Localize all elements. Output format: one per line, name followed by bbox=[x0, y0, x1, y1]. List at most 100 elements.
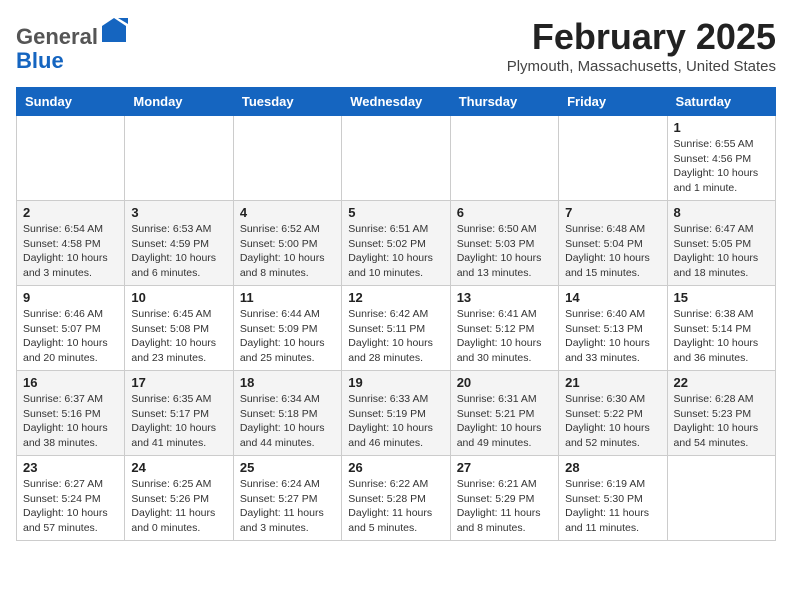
calendar-cell: 6 Sunrise: 6:50 AM Sunset: 5:03 PM Daylig… bbox=[450, 201, 558, 286]
calendar-cell: 16Sunrise: 6:37 AM Sunset: 5:16 PM Dayli… bbox=[17, 371, 125, 456]
calendar-cell: 4 Sunrise: 6:52 AM Sunset: 5:00 PM Daylig… bbox=[233, 201, 341, 286]
page-header: General Blue February 2025 Plymouth, Mas… bbox=[16, 16, 776, 75]
day-info: Sunrise: 6:52 AM Sunset: 5:00 PM Dayligh… bbox=[240, 222, 335, 281]
day-info: Sunrise: 6:41 AM Sunset: 5:12 PM Dayligh… bbox=[457, 307, 552, 366]
day-info: Sunrise: 6:46 AM Sunset: 5:07 PM Dayligh… bbox=[23, 307, 118, 366]
day-number: 9 bbox=[23, 290, 118, 305]
header-day: Saturday bbox=[667, 88, 775, 116]
calendar-cell bbox=[667, 456, 775, 541]
calendar-cell bbox=[559, 116, 667, 201]
day-number: 5 bbox=[348, 205, 443, 220]
calendar-table: SundayMondayTuesdayWednesdayThursdayFrid… bbox=[16, 87, 776, 541]
day-number: 24 bbox=[131, 460, 226, 475]
calendar-cell: 9 Sunrise: 6:46 AM Sunset: 5:07 PM Daylig… bbox=[17, 286, 125, 371]
day-number: 12 bbox=[348, 290, 443, 305]
day-info: Sunrise: 6:44 AM Sunset: 5:09 PM Dayligh… bbox=[240, 307, 335, 366]
day-number: 4 bbox=[240, 205, 335, 220]
header-day: Thursday bbox=[450, 88, 558, 116]
calendar-week-row: 16Sunrise: 6:37 AM Sunset: 5:16 PM Dayli… bbox=[17, 371, 776, 456]
header-row: SundayMondayTuesdayWednesdayThursdayFrid… bbox=[17, 88, 776, 116]
logo: General Blue bbox=[16, 16, 128, 73]
calendar-cell: 13 Sunrise: 6:41 AM Sunset: 5:12 PM Dayli… bbox=[450, 286, 558, 371]
day-info: Sunrise: 6:55 AM Sunset: 4:56 PM Dayligh… bbox=[674, 137, 769, 196]
calendar-cell: 17Sunrise: 6:35 AM Sunset: 5:17 PM Dayli… bbox=[125, 371, 233, 456]
day-number: 26 bbox=[348, 460, 443, 475]
day-info: Sunrise: 6:33 AM Sunset: 5:19 PM Dayligh… bbox=[348, 392, 443, 451]
day-info: Sunrise: 6:47 AM Sunset: 5:05 PM Dayligh… bbox=[674, 222, 769, 281]
day-info: Sunrise: 6:42 AM Sunset: 5:11 PM Dayligh… bbox=[348, 307, 443, 366]
day-number: 28 bbox=[565, 460, 660, 475]
day-info: Sunrise: 6:54 AM Sunset: 4:58 PM Dayligh… bbox=[23, 222, 118, 281]
day-number: 19 bbox=[348, 375, 443, 390]
calendar-cell: 11 Sunrise: 6:44 AM Sunset: 5:09 PM Dayli… bbox=[233, 286, 341, 371]
location: Plymouth, Massachusetts, United States bbox=[507, 58, 776, 75]
day-info: Sunrise: 6:51 AM Sunset: 5:02 PM Dayligh… bbox=[348, 222, 443, 281]
day-number: 11 bbox=[240, 290, 335, 305]
day-info: Sunrise: 6:34 AM Sunset: 5:18 PM Dayligh… bbox=[240, 392, 335, 451]
day-info: Sunrise: 6:48 AM Sunset: 5:04 PM Dayligh… bbox=[565, 222, 660, 281]
day-number: 22 bbox=[674, 375, 769, 390]
day-number: 1 bbox=[674, 120, 769, 135]
day-info: Sunrise: 6:22 AM Sunset: 5:28 PM Dayligh… bbox=[348, 477, 443, 536]
header-day: Friday bbox=[559, 88, 667, 116]
header-day: Monday bbox=[125, 88, 233, 116]
day-number: 27 bbox=[457, 460, 552, 475]
day-info: Sunrise: 6:25 AM Sunset: 5:26 PM Dayligh… bbox=[131, 477, 226, 536]
calendar-cell bbox=[17, 116, 125, 201]
header-day: Tuesday bbox=[233, 88, 341, 116]
day-info: Sunrise: 6:53 AM Sunset: 4:59 PM Dayligh… bbox=[131, 222, 226, 281]
calendar-cell: 26 Sunrise: 6:22 AM Sunset: 5:28 PM Dayli… bbox=[342, 456, 450, 541]
calendar-cell bbox=[125, 116, 233, 201]
day-number: 7 bbox=[565, 205, 660, 220]
logo-icon bbox=[100, 16, 128, 44]
calendar-week-row: 9 Sunrise: 6:46 AM Sunset: 5:07 PM Daylig… bbox=[17, 286, 776, 371]
day-number: 14 bbox=[565, 290, 660, 305]
day-number: 23 bbox=[23, 460, 118, 475]
calendar-cell: 15 Sunrise: 6:38 AM Sunset: 5:14 PM Dayli… bbox=[667, 286, 775, 371]
calendar-cell: 14 Sunrise: 6:40 AM Sunset: 5:13 PM Dayli… bbox=[559, 286, 667, 371]
calendar-cell: 23 Sunrise: 6:27 AM Sunset: 5:24 PM Dayli… bbox=[17, 456, 125, 541]
calendar-cell: 28 Sunrise: 6:19 AM Sunset: 5:30 PM Dayli… bbox=[559, 456, 667, 541]
day-number: 10 bbox=[131, 290, 226, 305]
day-number: 13 bbox=[457, 290, 552, 305]
calendar-header: SundayMondayTuesdayWednesdayThursdayFrid… bbox=[17, 88, 776, 116]
day-number: 15 bbox=[674, 290, 769, 305]
calendar-cell bbox=[342, 116, 450, 201]
calendar-week-row: 2 Sunrise: 6:54 AM Sunset: 4:58 PM Daylig… bbox=[17, 201, 776, 286]
title-block: February 2025 Plymouth, Massachusetts, U… bbox=[507, 16, 776, 75]
header-day: Sunday bbox=[17, 88, 125, 116]
calendar-cell: 7 Sunrise: 6:48 AM Sunset: 5:04 PM Daylig… bbox=[559, 201, 667, 286]
calendar-body: 1 Sunrise: 6:55 AM Sunset: 4:56 PM Daylig… bbox=[17, 116, 776, 541]
day-number: 3 bbox=[131, 205, 226, 220]
day-info: Sunrise: 6:35 AM Sunset: 5:17 PM Dayligh… bbox=[131, 392, 226, 451]
day-info: Sunrise: 6:27 AM Sunset: 5:24 PM Dayligh… bbox=[23, 477, 118, 536]
day-info: Sunrise: 6:24 AM Sunset: 5:27 PM Dayligh… bbox=[240, 477, 335, 536]
day-info: Sunrise: 6:38 AM Sunset: 5:14 PM Dayligh… bbox=[674, 307, 769, 366]
month-year: February 2025 bbox=[507, 16, 776, 58]
calendar-cell: 2 Sunrise: 6:54 AM Sunset: 4:58 PM Daylig… bbox=[17, 201, 125, 286]
calendar-cell: 3 Sunrise: 6:53 AM Sunset: 4:59 PM Daylig… bbox=[125, 201, 233, 286]
calendar-cell: 25Sunrise: 6:24 AM Sunset: 5:27 PM Dayli… bbox=[233, 456, 341, 541]
day-number: 6 bbox=[457, 205, 552, 220]
day-info: Sunrise: 6:31 AM Sunset: 5:21 PM Dayligh… bbox=[457, 392, 552, 451]
calendar-cell: 22Sunrise: 6:28 AM Sunset: 5:23 PM Dayli… bbox=[667, 371, 775, 456]
day-info: Sunrise: 6:40 AM Sunset: 5:13 PM Dayligh… bbox=[565, 307, 660, 366]
calendar-week-row: 1 Sunrise: 6:55 AM Sunset: 4:56 PM Daylig… bbox=[17, 116, 776, 201]
day-number: 21 bbox=[565, 375, 660, 390]
calendar-cell: 24 Sunrise: 6:25 AM Sunset: 5:26 PM Dayli… bbox=[125, 456, 233, 541]
logo-blue-text: Blue bbox=[16, 48, 64, 73]
day-info: Sunrise: 6:45 AM Sunset: 5:08 PM Dayligh… bbox=[131, 307, 226, 366]
day-number: 2 bbox=[23, 205, 118, 220]
day-info: Sunrise: 6:19 AM Sunset: 5:30 PM Dayligh… bbox=[565, 477, 660, 536]
calendar-cell bbox=[450, 116, 558, 201]
calendar-cell: 5 Sunrise: 6:51 AM Sunset: 5:02 PM Daylig… bbox=[342, 201, 450, 286]
header-day: Wednesday bbox=[342, 88, 450, 116]
day-info: Sunrise: 6:50 AM Sunset: 5:03 PM Dayligh… bbox=[457, 222, 552, 281]
calendar-cell: 20Sunrise: 6:31 AM Sunset: 5:21 PM Dayli… bbox=[450, 371, 558, 456]
day-number: 16 bbox=[23, 375, 118, 390]
calendar-cell: 1 Sunrise: 6:55 AM Sunset: 4:56 PM Daylig… bbox=[667, 116, 775, 201]
logo-general-text: General bbox=[16, 24, 98, 49]
calendar-cell: 18Sunrise: 6:34 AM Sunset: 5:18 PM Dayli… bbox=[233, 371, 341, 456]
calendar-cell: 21Sunrise: 6:30 AM Sunset: 5:22 PM Dayli… bbox=[559, 371, 667, 456]
calendar-cell: 19 Sunrise: 6:33 AM Sunset: 5:19 PM Dayli… bbox=[342, 371, 450, 456]
